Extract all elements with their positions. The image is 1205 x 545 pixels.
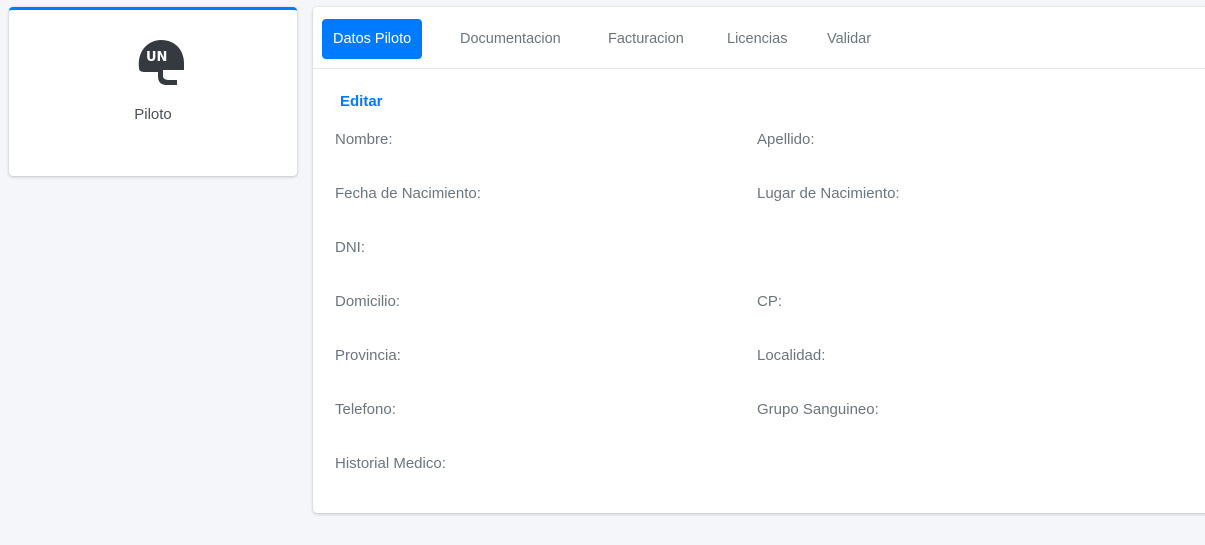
field-nombre: Nombre: <box>335 131 393 148</box>
profile-card: UN Piloto <box>9 7 297 176</box>
field-domicilio: Domicilio: <box>335 293 401 310</box>
main-card: Datos Piloto Documentacion Facturacion L… <box>313 7 1205 513</box>
field-provincia: Provincia: <box>335 347 401 364</box>
field-fecha-nacimiento: Fecha de Nacimiento: <box>335 185 481 202</box>
field-historial-medico: Historial Medico: <box>335 455 446 472</box>
helmet-icon-text: UN <box>146 50 167 65</box>
tab-facturacion[interactable]: Facturacion <box>608 19 684 59</box>
field-cp: CP: <box>757 293 783 310</box>
field-lugar-nacimiento: Lugar de Nacimiento: <box>757 185 900 202</box>
field-telefono: Telefono: <box>335 401 396 418</box>
field-localidad: Localidad: <box>757 347 826 364</box>
tab-datos-piloto[interactable]: Datos Piloto <box>322 19 423 59</box>
page: UN Piloto Datos Piloto Documentacion Fac… <box>0 0 1205 545</box>
profile-name: Piloto <box>134 106 172 123</box>
field-grupo-sanguineo: Grupo Sanguineo: <box>757 401 879 418</box>
field-apellido: Apellido: <box>757 131 815 148</box>
tab-validar[interactable]: Validar <box>827 19 871 59</box>
tab-documentacion[interactable]: Documentacion <box>460 19 561 59</box>
helmet-un-icon: UN <box>138 40 185 85</box>
field-dni: DNI: <box>335 239 365 256</box>
tab-bar: Datos Piloto Documentacion Facturacion L… <box>313 7 1205 69</box>
edit-link[interactable]: Editar <box>340 93 383 110</box>
tab-licencias[interactable]: Licencias <box>727 19 787 59</box>
